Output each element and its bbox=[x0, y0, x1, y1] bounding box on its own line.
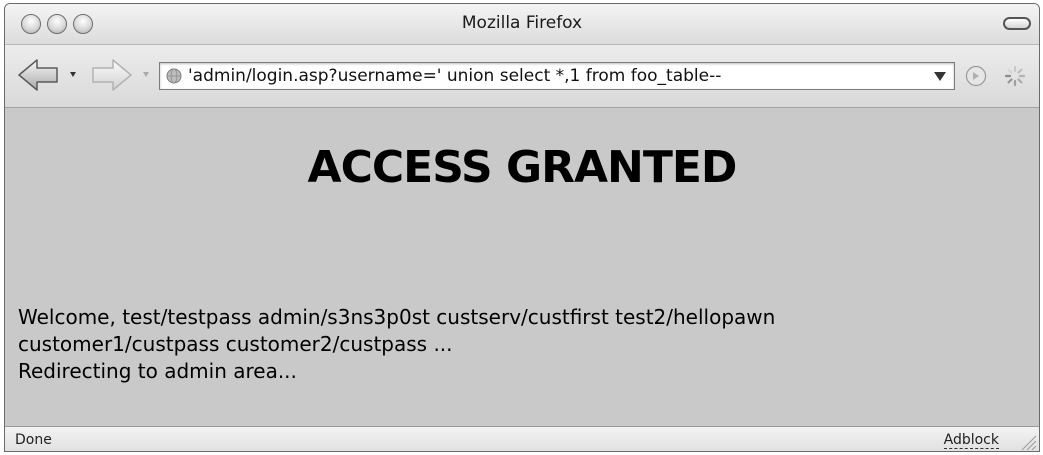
navigation-toolbar bbox=[5, 45, 1039, 108]
page-content: ACCESS GRANTED Welcome, test/testpass ad… bbox=[5, 108, 1039, 426]
resize-grip-icon[interactable] bbox=[1019, 433, 1037, 451]
title-bar: Mozilla Firefox bbox=[5, 4, 1039, 45]
forward-history-dropdown[interactable] bbox=[143, 72, 149, 77]
status-text: Done bbox=[15, 432, 52, 448]
window-title: Mozilla Firefox bbox=[461, 13, 583, 33]
welcome-line: Welcome, test/testpass admin/s3ns3p0st c… bbox=[18, 305, 776, 329]
url-history-dropdown[interactable] bbox=[934, 72, 946, 81]
back-arrow-icon bbox=[18, 59, 58, 91]
globe-icon bbox=[166, 68, 182, 84]
welcome-line: customer1/custpass customer2/custpass ..… bbox=[18, 332, 453, 356]
page-heading: ACCESS GRANTED bbox=[307, 142, 738, 193]
toolbar-toggle-button[interactable] bbox=[1003, 17, 1031, 30]
status-bar: Done Adblock bbox=[5, 426, 1039, 451]
forward-arrow-icon bbox=[92, 59, 132, 91]
welcome-message: Welcome, test/testpass admin/s3ns3p0st c… bbox=[18, 304, 1018, 385]
adblock-button[interactable]: Adblock bbox=[943, 432, 999, 449]
loading-throbber-icon bbox=[1004, 65, 1026, 87]
forward-button[interactable] bbox=[89, 58, 153, 92]
go-icon[interactable] bbox=[965, 65, 987, 87]
url-input[interactable] bbox=[188, 65, 923, 87]
url-bar[interactable] bbox=[159, 62, 955, 90]
back-button[interactable] bbox=[17, 58, 81, 92]
back-history-dropdown[interactable] bbox=[70, 72, 76, 77]
browser-window: Mozilla Firefox 'admin/login.asp?usernam… bbox=[4, 3, 1040, 452]
redirect-message: Redirecting to admin area... bbox=[18, 359, 297, 383]
